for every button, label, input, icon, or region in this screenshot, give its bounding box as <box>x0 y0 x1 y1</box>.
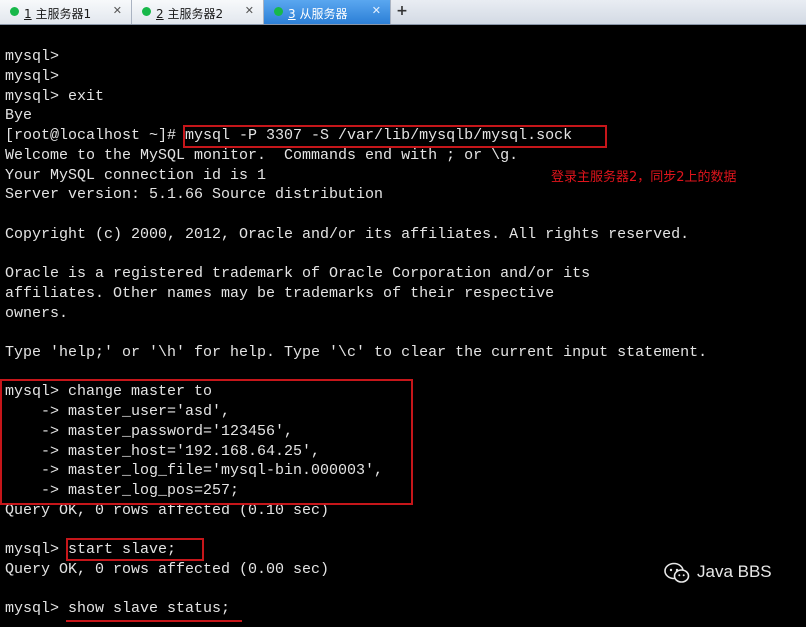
highlight-box-mysql-login <box>183 125 607 148</box>
tab-master-server-1[interactable]: 1 主服务器1 ✕ <box>0 0 132 24</box>
terminal-line: Welcome to the MySQL monitor. Commands e… <box>5 147 519 164</box>
terminal-line: Server version: 5.1.66 Source distributi… <box>5 186 384 203</box>
terminal-line: Type 'help;' or '\h' for help. Type '\c'… <box>5 344 708 361</box>
terminal-line: Your MySQL connection id is 1 <box>5 167 267 184</box>
terminal-line: mysql> <box>5 48 60 65</box>
highlight-underline-show-slave-status <box>66 620 242 622</box>
close-tab-icon[interactable]: ✕ <box>113 4 122 17</box>
connected-status-icon <box>142 7 151 16</box>
annotation-note: 登录主服务器2，同步2上的数据 <box>551 170 737 185</box>
tab-master-server-2[interactable]: 2 主服务器2 ✕ <box>132 0 264 24</box>
session-tab-bar: 1 主服务器1 ✕ 2 主服务器2 ✕ 3 从服务器 ✕ + <box>0 0 806 25</box>
tab-label: 3 从服务器 <box>288 5 347 22</box>
tab-label: 1 主服务器1 <box>24 5 91 22</box>
tab-title: 从服务器 <box>299 7 348 21</box>
tab-label: 2 主服务器2 <box>156 5 223 22</box>
tab-number: 3 <box>288 7 296 21</box>
new-tab-button[interactable]: + <box>392 0 412 24</box>
connected-status-icon <box>274 7 283 16</box>
terminal-line: affiliates. Other names may be trademark… <box>5 285 555 302</box>
terminal-line: Oracle is a registered trademark of Orac… <box>5 265 591 282</box>
terminal-line: mysql> <box>5 68 60 85</box>
highlight-box-change-master <box>0 379 413 505</box>
tab-title: 主服务器2 <box>167 7 224 21</box>
wechat-icon <box>664 562 690 583</box>
tab-number: 2 <box>156 7 164 21</box>
highlight-box-start-slave <box>66 538 204 561</box>
terminal-line: mysql> exit <box>5 88 105 105</box>
terminal-line: Bye <box>5 107 33 124</box>
terminal-line: Query OK, 0 rows affected (0.00 sec) <box>5 561 330 578</box>
terminal-line: mysql> show slave status; <box>5 600 231 617</box>
terminal-output[interactable]: mysql> mysql> mysql> exit Bye [root@loca… <box>0 25 806 627</box>
close-tab-icon[interactable]: ✕ <box>245 4 254 17</box>
watermark-text: Java BBS <box>697 562 772 581</box>
tab-slave-server[interactable]: 3 从服务器 ✕ <box>264 0 391 24</box>
tab-title: 主服务器1 <box>35 7 92 21</box>
connected-status-icon <box>10 7 19 16</box>
tab-number: 1 <box>24 7 32 21</box>
close-tab-icon[interactable]: ✕ <box>372 4 381 17</box>
terminal-line: Copyright (c) 2000, 2012, Oracle and/or … <box>5 226 690 243</box>
ssh-client-window: 1 主服务器1 ✕ 2 主服务器2 ✕ 3 从服务器 ✕ + mysql> my… <box>0 0 806 627</box>
terminal-line: owners. <box>5 305 69 322</box>
